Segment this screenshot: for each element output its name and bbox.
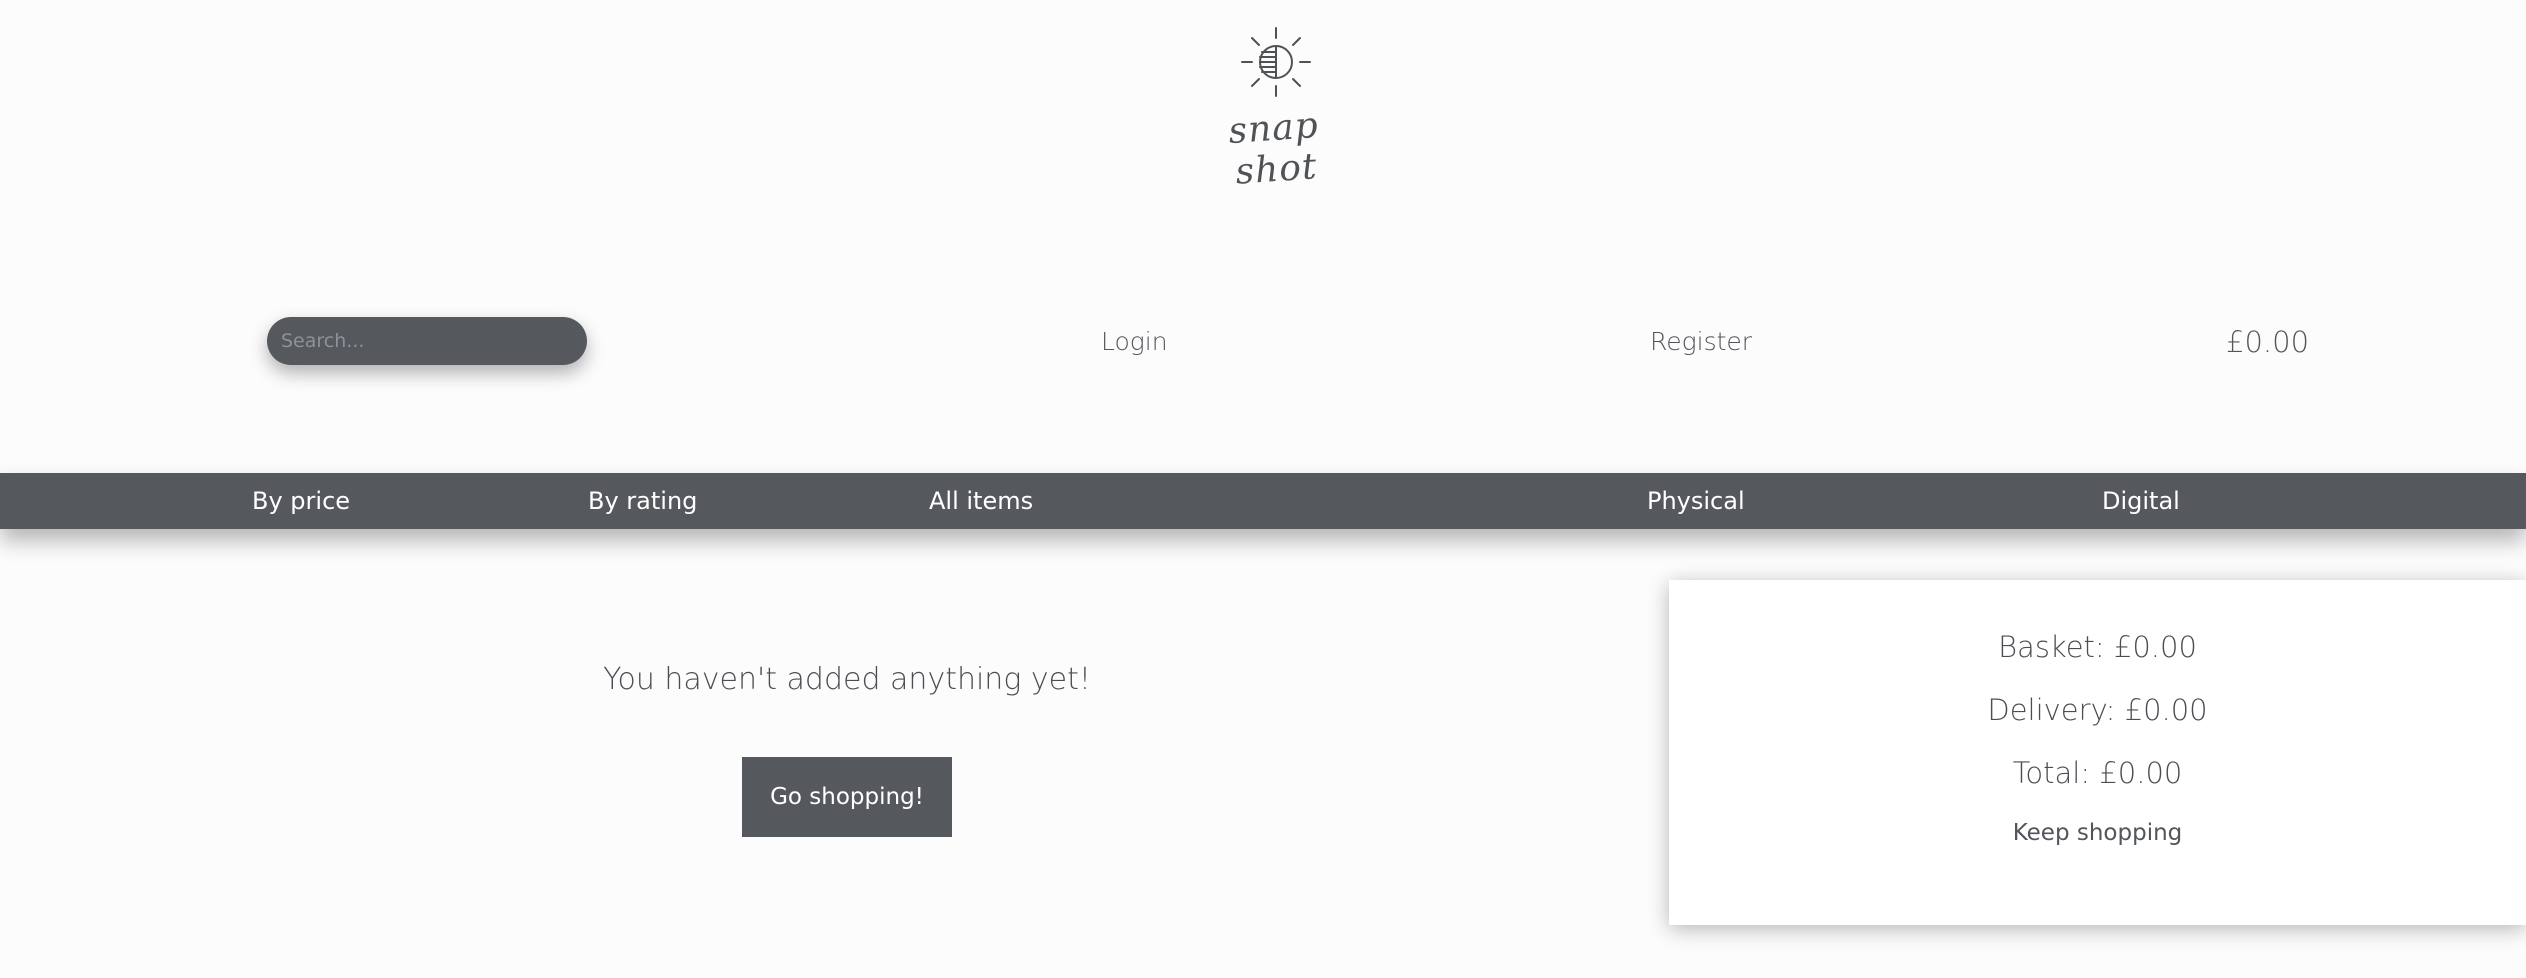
summary-basket-line: Basket: £0.00 <box>1998 630 2197 664</box>
search-input[interactable] <box>267 317 587 365</box>
keep-shopping-link[interactable]: Keep shopping <box>1669 820 2526 846</box>
summary-delivery-line: Delivery: £0.00 <box>1987 693 2208 727</box>
register-link[interactable]: Register <box>1650 322 1752 362</box>
logo-text: snap shot <box>1227 104 1320 193</box>
empty-basket-message: You haven't added anything yet! <box>603 662 1091 697</box>
basket-total-link[interactable]: £0.00 <box>2226 322 2309 362</box>
category-nav-bar: By price By rating All items Physical Di… <box>0 473 2526 529</box>
basket-summary-card: Basket: £0.00 Delivery: £0.00 Total: £0.… <box>1669 580 2526 925</box>
nav-item-by-price[interactable]: By price <box>252 473 350 529</box>
go-shopping-button[interactable]: Go shopping! <box>742 757 952 837</box>
site-logo[interactable]: snap shot <box>1200 26 1350 193</box>
page: snap shot Login Register £0.00 By price … <box>0 0 2526 978</box>
login-link[interactable]: Login <box>1101 322 1168 362</box>
nav-item-all-items[interactable]: All items <box>929 473 1033 529</box>
nav-item-physical[interactable]: Physical <box>1647 473 1745 529</box>
nav-item-digital[interactable]: Digital <box>2102 473 2180 529</box>
nav-item-by-rating[interactable]: By rating <box>588 473 697 529</box>
sun-half-circle-icon <box>1241 27 1311 97</box>
summary-total-line: Total: £0.00 <box>2012 756 2183 790</box>
